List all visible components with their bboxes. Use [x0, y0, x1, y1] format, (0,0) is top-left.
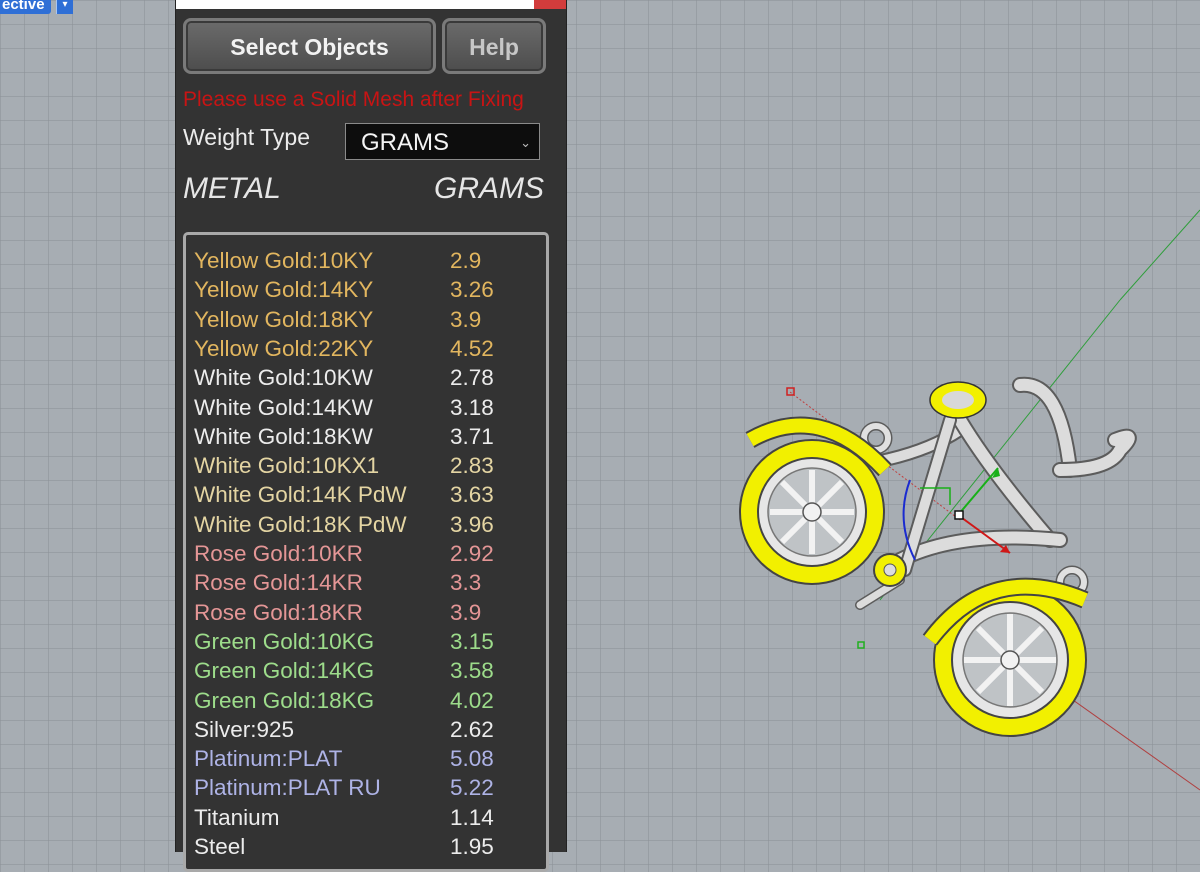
metal-weight-list[interactable]: Yellow Gold:10KY 2.9 Yellow Gold:14KY 3.26 Y… [183, 232, 549, 872]
viewport-title-tab[interactable]: ective [0, 0, 51, 14]
panel-titlebar[interactable] [176, 0, 566, 9]
help-button[interactable]: Help [442, 18, 546, 74]
metal-grams-value: 5.22 [450, 775, 494, 801]
control-point-handle-green[interactable] [857, 641, 865, 649]
select-objects-button[interactable]: Select Objects [183, 18, 436, 74]
metal-grams-value: 2.92 [450, 541, 494, 566]
metal-grams-value: 3.96 [450, 511, 494, 537]
metal-grams-value: 4.02 [450, 687, 494, 713]
grams-column-header: GRAMS [433, 172, 544, 205]
metal-name: White Gold:18K PdW [194, 511, 407, 537]
metal-grams-value: 1.95 [450, 834, 494, 859]
metal-grams-value: 3.15 [450, 628, 494, 654]
metal-grams-value: 3.58 [450, 658, 494, 684]
metal-name: Steel [194, 834, 246, 859]
metal-name: Green Gold:18KG [194, 687, 375, 713]
metal-name: Green Gold:10KG [194, 628, 375, 654]
metal-column-header: METAL [183, 172, 281, 205]
metal-name: Yellow Gold:14KY [194, 277, 374, 303]
metal-grams-value: 2.9 [450, 248, 482, 273]
y-axis-line-ext [1119, 209, 1200, 301]
crank-hub [883, 563, 897, 577]
weight-type-label: Weight Type [183, 124, 311, 150]
metal-grams-value: 1.14 [450, 804, 494, 830]
weight-type-value: GRAMS [361, 129, 450, 156]
metal-name: Yellow Gold:10KY [194, 248, 374, 273]
metal-grams-value: 2.83 [450, 453, 494, 479]
back-wheel [922, 577, 1089, 737]
metal-name: Silver:925 [194, 716, 295, 742]
metal-name: Platinum:PLAT [194, 746, 343, 772]
metal-name: White Gold:18KW [194, 423, 373, 449]
metal-grams-value: 3.9 [450, 306, 482, 332]
metal-grams-value: 5.08 [450, 746, 494, 772]
metal-weight-panel: Select Objects Help Please use a Solid M… [175, 0, 567, 872]
metal-name: Rose Gold:10KR [194, 541, 363, 566]
metal-grams-value: 4.52 [450, 335, 494, 361]
metal-name: Yellow Gold:22KY [194, 335, 374, 361]
metal-grams-value: 2.78 [450, 365, 494, 391]
metal-grams-value: 2.62 [450, 716, 494, 742]
bicycle-pendant-model[interactable] [565, 0, 1200, 852]
metal-name: Rose Gold:18KR [194, 599, 363, 625]
metal-name: White Gold:10KW [194, 365, 373, 391]
metal-grams-value: 3.63 [450, 482, 494, 508]
metal-grams-value: 3.18 [450, 394, 494, 420]
metal-grams-value: 3.26 [450, 277, 494, 303]
chevron-down-icon: ⌄ [520, 135, 531, 150]
metal-grams-value: 3.9 [450, 599, 482, 625]
bicycle-seat-top [942, 391, 974, 409]
metal-name: Rose Gold:14KR [194, 570, 363, 596]
metal-name: Platinum:PLAT RU [194, 775, 381, 801]
front-wheel [739, 416, 892, 585]
weight-type-dropdown[interactable]: GRAMS ⌄ [345, 123, 540, 160]
metal-name: Titanium [194, 804, 280, 830]
metal-name: White Gold:14KW [194, 394, 373, 420]
metal-name: White Gold:14K PdW [194, 482, 407, 508]
metal-grams-value: 3.71 [450, 423, 494, 449]
metal-name: White Gold:10KX1 [194, 453, 380, 479]
close-icon[interactable] [534, 0, 566, 9]
viewport-menu-arrow-icon[interactable]: ▾ [56, 0, 73, 14]
metal-grams-value: 3.3 [450, 570, 482, 596]
control-point-handle[interactable] [786, 387, 795, 396]
warning-message: Please use a Solid Mesh after Fixing [183, 88, 524, 111]
metal-name: Green Gold:14KG [194, 658, 375, 684]
metal-name: Yellow Gold:18KY [194, 306, 374, 332]
